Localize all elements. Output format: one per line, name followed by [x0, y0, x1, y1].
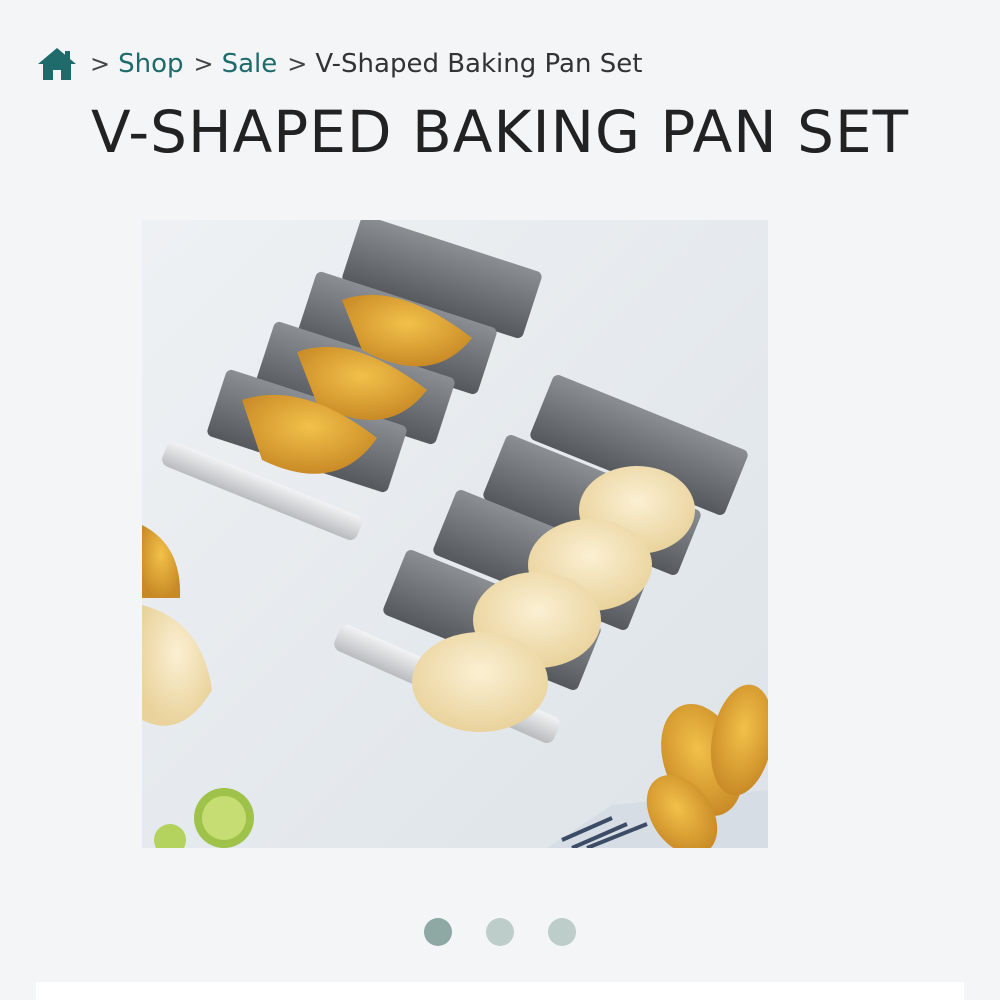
breadcrumb-sale-link[interactable]: Sale: [222, 49, 278, 79]
breadcrumb-shop-link[interactable]: Shop: [118, 49, 183, 79]
carousel-dots: [0, 918, 1000, 946]
home-icon[interactable]: [36, 46, 78, 82]
carousel-dot-3[interactable]: [548, 918, 576, 946]
breadcrumb-separator: >: [90, 50, 111, 78]
carousel-dot-2[interactable]: [486, 918, 514, 946]
page-title: V-SHAPED BAKING PAN SET: [90, 98, 910, 166]
breadcrumb-current: V-Shaped Baking Pan Set: [315, 49, 643, 79]
breadcrumb: > Shop > Sale > V-Shaped Baking Pan Set: [36, 46, 642, 82]
carousel-dot-1[interactable]: [424, 918, 452, 946]
product-page: > Shop > Sale > V-Shaped Baking Pan Set …: [0, 0, 1000, 1000]
breadcrumb-separator: >: [287, 50, 308, 78]
product-image[interactable]: [142, 220, 768, 848]
product-photo: [142, 220, 768, 848]
breadcrumb-separator: >: [193, 50, 214, 78]
product-details-card: [36, 982, 964, 1000]
